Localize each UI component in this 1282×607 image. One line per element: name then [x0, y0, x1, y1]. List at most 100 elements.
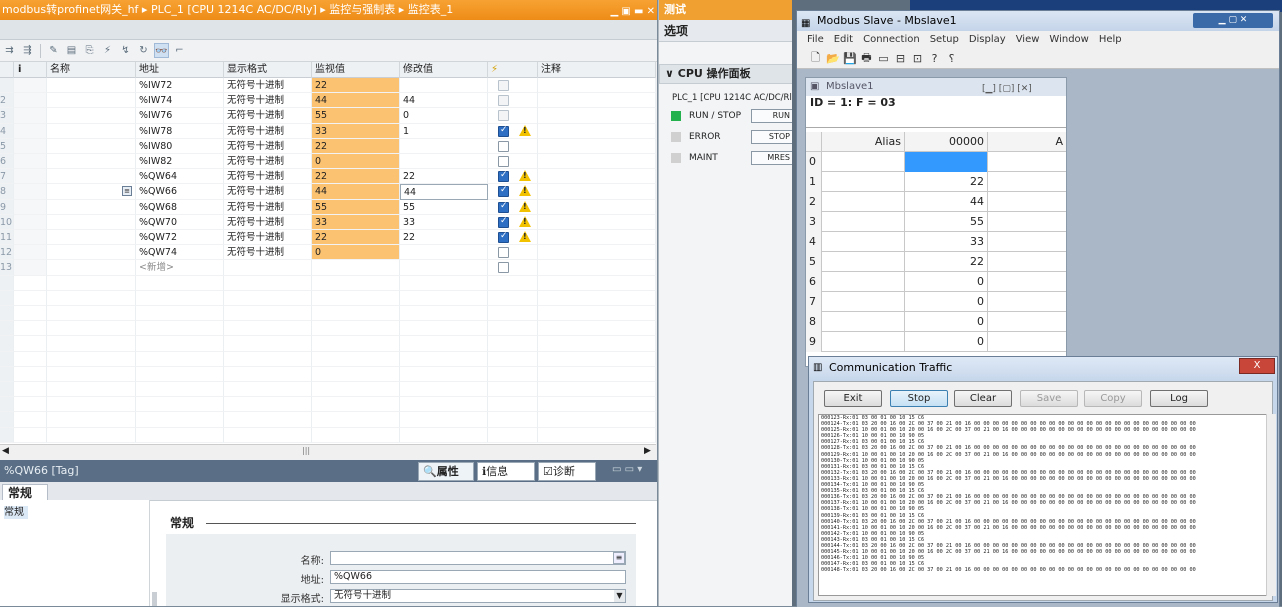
- cpu-mode-button[interactable]: STOP: [751, 130, 793, 144]
- info-cell[interactable]: [14, 138, 47, 154]
- copy-button[interactable]: Copy: [1084, 390, 1142, 407]
- modify-enable-cell[interactable]: [488, 154, 538, 170]
- table-row[interactable]: 6 %IW82 无符号十进制 0: [0, 154, 656, 170]
- modify-enable-checkbox[interactable]: [498, 156, 509, 167]
- info-cell[interactable]: [14, 427, 47, 443]
- address-field[interactable]: %QW66: [330, 570, 626, 584]
- modify-value-cell[interactable]: [400, 306, 488, 322]
- col-comment[interactable]: 注释: [538, 62, 656, 78]
- info-cell[interactable]: [14, 230, 47, 246]
- modify-enable-cell[interactable]: [488, 351, 538, 367]
- help-icon[interactable]: ?: [928, 52, 941, 65]
- format-cell[interactable]: 无符号十进制: [224, 199, 312, 215]
- monitor-all-icon[interactable]: 👓: [154, 43, 169, 58]
- print-icon[interactable]: 🖶: [860, 49, 873, 68]
- modify-enable-cell[interactable]: [488, 412, 538, 428]
- tag-browse-icon[interactable]: ≡: [613, 552, 625, 564]
- modify-enable-cell[interactable]: [488, 138, 538, 154]
- info-cell[interactable]: [14, 154, 47, 170]
- table-row[interactable]: [0, 275, 656, 291]
- format-cell[interactable]: [224, 290, 312, 306]
- traffic-log-scrollbar[interactable]: [1266, 414, 1276, 596]
- name-cell[interactable]: [47, 78, 136, 94]
- register-row[interactable]: 0: [806, 152, 1066, 172]
- modify-enable-cell[interactable]: [488, 321, 538, 337]
- modify-enable-checkbox[interactable]: [498, 201, 509, 213]
- modify-enable-checkbox[interactable]: [498, 125, 509, 137]
- force-value-icon[interactable]: ⚡: [100, 43, 115, 58]
- modify-enable-cell[interactable]: [488, 260, 538, 276]
- comment-cell[interactable]: [538, 154, 656, 170]
- modify-value-cell[interactable]: [400, 138, 488, 154]
- format-cell[interactable]: [224, 427, 312, 443]
- address-cell[interactable]: [136, 290, 224, 306]
- table-row[interactable]: %IW72 无符号十进制 22: [0, 78, 656, 94]
- format-cell[interactable]: [224, 382, 312, 398]
- log-button[interactable]: Log: [1150, 390, 1208, 407]
- modify-now-icon[interactable]: ↯: [118, 43, 133, 58]
- format-cell[interactable]: [224, 397, 312, 413]
- modify-value-cell[interactable]: [400, 275, 488, 291]
- inspector-window-controls[interactable]: ▭ ▭ ▾: [612, 464, 642, 475]
- format-cell[interactable]: 无符号十进制: [224, 184, 312, 200]
- comment-cell[interactable]: [538, 78, 656, 94]
- comment-cell[interactable]: [538, 123, 656, 139]
- modify-value-cell[interactable]: 22: [400, 230, 488, 246]
- window-controls[interactable]: ▁ ▢ ✕: [1193, 13, 1273, 28]
- format-cell[interactable]: [224, 336, 312, 352]
- register-value-cell[interactable]: 0: [905, 312, 988, 332]
- comment-cell[interactable]: [538, 306, 656, 322]
- col-modify-enable[interactable]: ⚡: [488, 62, 538, 78]
- modify-enable-cell[interactable]: [488, 290, 538, 306]
- register-row[interactable]: 2 44: [806, 192, 1066, 212]
- modify-value-cell[interactable]: 33: [400, 214, 488, 230]
- comment-cell[interactable]: [538, 321, 656, 337]
- info-cell[interactable]: [14, 366, 47, 382]
- alias-cell[interactable]: [822, 272, 905, 292]
- register-row[interactable]: 1 22: [806, 172, 1066, 192]
- next-column-cell[interactable]: [988, 312, 1066, 332]
- format-cell[interactable]: [224, 351, 312, 367]
- modify-value-cell[interactable]: [400, 336, 488, 352]
- table-row[interactable]: 3 %IW76 无符号十进制 55 0: [0, 108, 656, 124]
- table-row[interactable]: [0, 427, 656, 443]
- modify-enable-checkbox[interactable]: [498, 140, 509, 152]
- address-cell[interactable]: <新增>: [136, 260, 224, 276]
- name-cell[interactable]: [47, 427, 136, 443]
- name-cell[interactable]: [47, 290, 136, 306]
- info-cell[interactable]: [14, 184, 47, 200]
- info-cell[interactable]: [14, 321, 47, 337]
- info-cell[interactable]: [14, 306, 47, 322]
- table-row[interactable]: 8 ≡ %QW66 无符号十进制 44 44: [0, 184, 656, 200]
- address-cell[interactable]: %QW66: [136, 184, 224, 200]
- format-select[interactable]: 无符号十进制: [330, 589, 626, 603]
- register-value-cell[interactable]: 55: [905, 212, 988, 232]
- col-name[interactable]: 名称: [47, 62, 136, 78]
- modify-value-cell[interactable]: [400, 366, 488, 382]
- info-cell[interactable]: [14, 78, 47, 94]
- address-cell[interactable]: [136, 306, 224, 322]
- options-header[interactable]: 选项: [659, 20, 793, 42]
- menu-item[interactable]: File: [807, 31, 824, 49]
- modify-value-cell[interactable]: 44: [400, 93, 488, 109]
- table-row[interactable]: [0, 397, 656, 413]
- info-cell[interactable]: [14, 123, 47, 139]
- save-button[interactable]: Save: [1020, 390, 1078, 407]
- next-column-cell[interactable]: [988, 272, 1066, 292]
- comment-cell[interactable]: [538, 108, 656, 124]
- comment-cell[interactable]: [538, 93, 656, 109]
- modify-value-cell[interactable]: [400, 245, 488, 261]
- format-cell[interactable]: 无符号十进制: [224, 138, 312, 154]
- menu-item[interactable]: Edit: [834, 31, 853, 49]
- name-cell[interactable]: [47, 93, 136, 109]
- menu-item[interactable]: Display: [969, 31, 1006, 49]
- cpu-mode-button[interactable]: MRES: [751, 151, 793, 165]
- window-icon[interactable]: ▭: [877, 52, 890, 65]
- address-cell[interactable]: [136, 366, 224, 382]
- register-value-cell[interactable]: 0: [905, 292, 988, 312]
- name-cell[interactable]: [47, 214, 136, 230]
- modify-value-cell[interactable]: [400, 78, 488, 94]
- info-cell[interactable]: [14, 397, 47, 413]
- name-cell[interactable]: [47, 230, 136, 246]
- col-format[interactable]: 显示格式: [224, 62, 312, 78]
